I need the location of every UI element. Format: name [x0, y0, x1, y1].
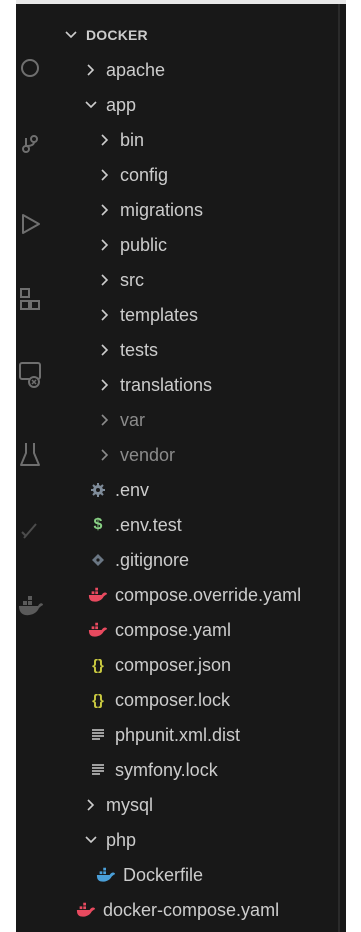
tree-item-label: composer.json: [115, 654, 232, 675]
chevron-right-icon: [96, 131, 114, 149]
tree-folder-var[interactable]: var: [50, 403, 361, 437]
tree-file-symfony-lock[interactable]: symfony.lock: [50, 753, 361, 787]
tree-file-env-test[interactable]: $ .env.test: [50, 508, 361, 542]
search-icon[interactable]: [18, 56, 42, 80]
chevron-right-icon: [96, 306, 114, 324]
tree-item-label: var: [120, 409, 146, 430]
text-lines-icon: [88, 725, 108, 745]
chevron-down-icon: [82, 831, 100, 849]
yaml-icon: [76, 900, 96, 920]
tree-item-label: app: [106, 94, 137, 115]
chevron-right-icon: [96, 271, 114, 289]
tree-folder-migrations[interactable]: migrations: [50, 193, 361, 227]
tree-file-phpunit-xml-dist[interactable]: phpunit.xml.dist: [50, 718, 361, 752]
tree-item-label: config: [120, 164, 169, 185]
tree-item-label: .gitignore: [115, 549, 190, 570]
explorer-panel: DOCKER apache app bin config migrations …: [50, 4, 338, 932]
php-icon[interactable]: [18, 518, 42, 542]
tree-item-label: translations: [120, 374, 213, 395]
tree-item-label: bin: [120, 129, 145, 150]
dollar-icon: $: [93, 516, 103, 533]
tree-item-label: symfony.lock: [115, 759, 218, 780]
chevron-down-icon: [82, 96, 100, 114]
tree-item-label: tests: [120, 339, 159, 360]
chevron-right-icon: [96, 341, 114, 359]
git-icon: [88, 550, 108, 570]
tree-file-compose-yaml[interactable]: compose.yaml: [50, 613, 361, 647]
run-debug-icon[interactable]: [18, 212, 42, 236]
tree-folder-config[interactable]: config: [50, 158, 361, 192]
activity-bar: [16, 4, 50, 932]
extensions-icon[interactable]: [18, 286, 42, 310]
tree-folder-src[interactable]: src: [50, 263, 361, 297]
tree-item-label: Dockerfile: [123, 864, 204, 885]
tree-folder-bin[interactable]: bin: [50, 123, 361, 157]
chevron-right-icon: [82, 61, 100, 79]
docker-icon[interactable]: [18, 596, 43, 620]
tree-file-composer-json[interactable]: {} composer.json: [50, 648, 361, 682]
tree-item-label: mysql: [106, 794, 154, 815]
tree-folder-translations[interactable]: translations: [50, 368, 361, 402]
docker-icon: [96, 865, 116, 885]
yaml-icon: [88, 620, 108, 640]
tree-item-label: src: [120, 269, 144, 290]
tree-folder-public[interactable]: public: [50, 228, 361, 262]
tree-file-compose-override-yaml[interactable]: compose.override.yaml: [50, 578, 361, 612]
chevron-right-icon: [82, 796, 100, 814]
tree-folder-vendor[interactable]: vendor: [50, 438, 361, 472]
tree-item-label: phpunit.xml.dist: [115, 724, 241, 745]
section-title: DOCKER: [86, 27, 148, 43]
json-braces-icon: {}: [92, 691, 104, 709]
chevron-right-icon: [96, 376, 114, 394]
testing-icon[interactable]: [18, 440, 42, 466]
tree-item-label: vendor: [120, 444, 176, 465]
tree-file-docker-compose-yaml[interactable]: docker-compose.yaml: [50, 893, 361, 927]
tree-file-dockerfile[interactable]: Dockerfile: [50, 858, 361, 892]
chevron-down-icon: [62, 26, 80, 44]
tree-item-label: php: [106, 829, 137, 850]
tree-folder-app[interactable]: app: [50, 88, 361, 122]
tree-item-label: compose.yaml: [115, 619, 232, 640]
explorer-section-docker[interactable]: DOCKER: [50, 18, 350, 52]
tree-item-label: apache: [106, 59, 166, 80]
source-control-icon[interactable]: [18, 132, 42, 156]
tree-item-label: .env: [115, 479, 150, 500]
remote-explorer-icon[interactable]: [18, 360, 42, 388]
tree-item-label: composer.lock: [115, 689, 231, 710]
tree-file-gitignore[interactable]: .gitignore: [50, 543, 361, 577]
tree-file-env[interactable]: .env: [50, 473, 361, 507]
tree-file-composer-lock[interactable]: {} composer.lock: [50, 683, 361, 717]
tree-item-label: templates: [120, 304, 199, 325]
chevron-right-icon: [96, 446, 114, 464]
tree-item-label: migrations: [120, 199, 204, 220]
panel-divider: [338, 4, 340, 932]
tree-item-label: compose.override.yaml: [115, 584, 302, 605]
tree-item-label: .env.test: [115, 514, 182, 535]
tree-folder-mysql[interactable]: mysql: [50, 788, 361, 822]
chevron-right-icon: [96, 411, 114, 429]
yaml-icon: [88, 585, 108, 605]
tree-folder-tests[interactable]: tests: [50, 333, 361, 367]
json-braces-icon: {}: [92, 656, 104, 674]
tree-item-label: docker-compose.yaml: [103, 899, 280, 920]
text-lines-icon: [88, 760, 108, 780]
left-margin: [0, 0, 16, 932]
tree-folder-apache[interactable]: apache: [50, 53, 361, 87]
chevron-right-icon: [96, 201, 114, 219]
tree-folder-php[interactable]: php: [50, 823, 361, 857]
tree-item-label: public: [120, 234, 168, 255]
chevron-right-icon: [96, 166, 114, 184]
gear-icon: [88, 480, 108, 500]
chevron-right-icon: [96, 236, 114, 254]
right-margin: [346, 0, 361, 932]
tree-folder-templates[interactable]: templates: [50, 298, 361, 332]
